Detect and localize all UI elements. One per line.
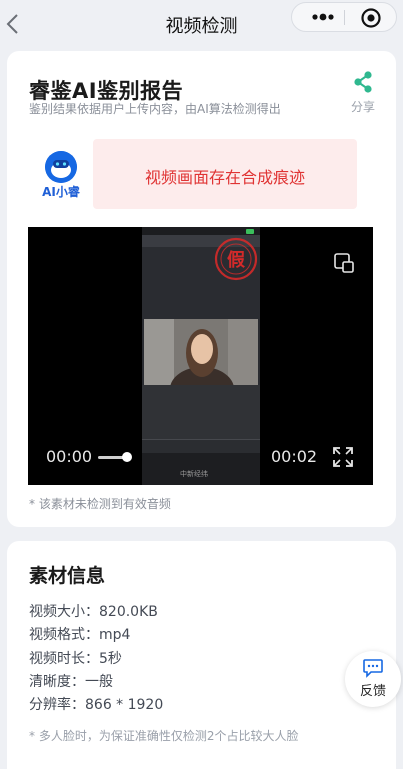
info-title: 素材信息 — [29, 565, 106, 587]
pip-icon[interactable] — [332, 251, 356, 275]
info-row-clarity: 清晰度：一般 — [29, 673, 113, 690]
assistant-avatar-icon — [45, 151, 77, 183]
video-thumbnail-person — [144, 319, 258, 385]
fullscreen-icon[interactable] — [331, 445, 355, 469]
mini-program-capsule — [291, 2, 397, 32]
face-detection-note: * 多人脸时，为保证准确性仅检测2个占比较大人脸 — [29, 729, 299, 743]
close-target-icon[interactable] — [360, 7, 382, 29]
stamp-text: 假 — [227, 249, 246, 271]
info-row-resolution: 分辨率：866 * 1920 — [29, 697, 164, 714]
video-frame: 假 中新经纬 — [142, 227, 260, 485]
fake-stamp-icon: 假 — [214, 237, 258, 281]
current-time: 00:00 — [46, 447, 93, 466]
more-icon[interactable] — [306, 3, 340, 31]
share-icon — [354, 71, 372, 93]
report-subtitle: 鉴别结果依据用户上传内容，由AI算法检测得出 — [29, 102, 281, 116]
feedback-button[interactable]: 反馈 — [345, 651, 401, 707]
duration-time: 00:02 — [271, 447, 318, 466]
share-button[interactable]: 分享 — [348, 69, 378, 114]
info-row-format: 视频格式：mp4 — [29, 627, 131, 644]
feedback-icon — [363, 659, 383, 678]
feedback-label: 反馈 — [359, 684, 386, 699]
verdict-box: 视频画面存在合成痕迹 — [93, 139, 357, 209]
info-list: 视频大小：820.0KB 视频格式：mp4 视频时长：5秒 清晰度：一般 分辨率… — [29, 601, 163, 717]
share-label: 分享 — [350, 100, 375, 114]
video-watermark: 中新经纬 — [180, 470, 208, 478]
frame-lower-area — [142, 385, 260, 441]
report-card: 睿鉴AI鉴别报告 鉴别结果依据用户上传内容，由AI算法检测得出 分享 AI小睿 … — [7, 51, 396, 527]
assistant-name: AI小睿 — [42, 185, 80, 199]
frame-status-bar — [142, 227, 260, 235]
video-player[interactable]: 假 中新经纬 00:00 00:02 — [28, 227, 373, 485]
info-row-duration: 视频时长：5秒 — [29, 650, 122, 667]
frame-indicator — [246, 229, 254, 234]
progress-thumb[interactable] — [122, 452, 132, 462]
audio-note: * 该素材未检测到有效音频 — [29, 497, 171, 511]
material-info-card: 素材信息 视频大小：820.0KB 视频格式：mp4 视频时长：5秒 清晰度：一… — [7, 541, 396, 769]
nav-bar: 视频检测 — [0, 0, 403, 48]
info-row-size: 视频大小：820.0KB — [29, 604, 158, 620]
frame-toolbar — [142, 439, 260, 453]
capsule-divider — [344, 10, 345, 25]
verdict-text: 视频画面存在合成痕迹 — [144, 168, 305, 187]
